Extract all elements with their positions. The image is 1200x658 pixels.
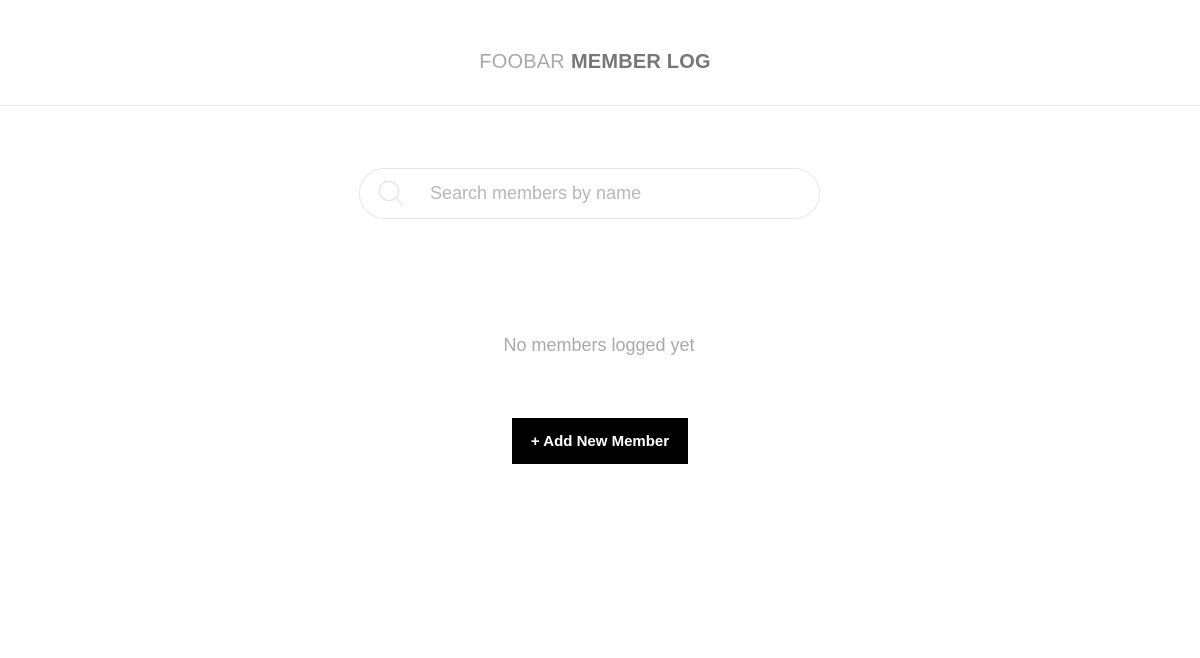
- search-icon: [378, 180, 404, 207]
- search-input[interactable]: [430, 169, 800, 218]
- add-new-member-button[interactable]: + Add New Member: [512, 418, 688, 464]
- empty-state-message: No members logged yet: [503, 335, 695, 355]
- app-title-light: FOOBAR: [479, 51, 565, 73]
- header: FOOBAR MEMBER LOG: [0, 0, 1200, 106]
- app-title: FOOBAR MEMBER LOG: [479, 51, 710, 74]
- search-bar: [359, 168, 820, 219]
- app-title-bold: MEMBER LOG: [570, 51, 711, 73]
